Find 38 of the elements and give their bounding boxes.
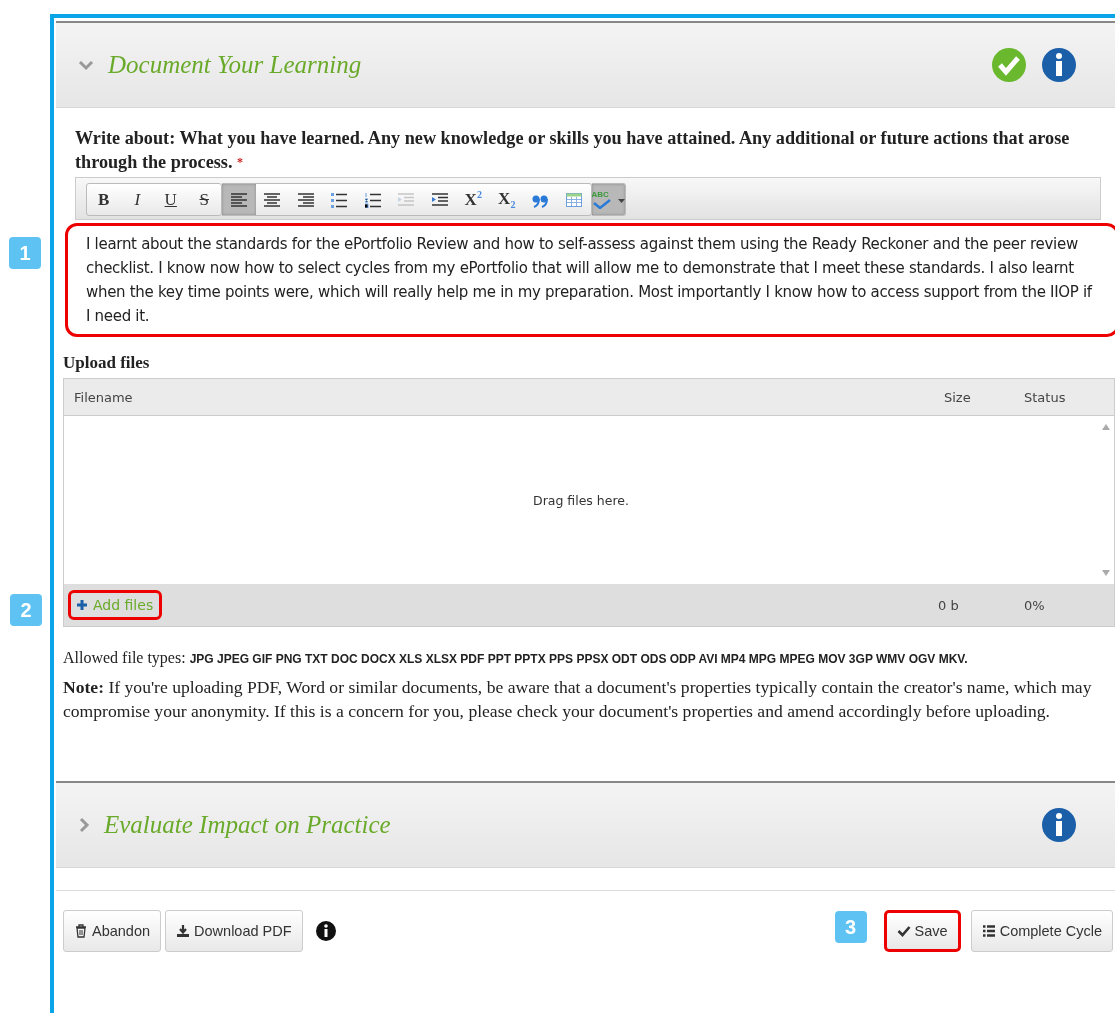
subscript-button[interactable]: X$_{2}$ (490, 184, 524, 215)
bold-button[interactable]: B (87, 184, 121, 215)
allowed-file-types: Allowed file types: JPG JPEG GIF PNG TXT DOC DOCX XLS XLSX PDF PPT PPTX PPS PPSX ODT ODS ODP AVI MP4 MPG MPEG MOV 3GP WMV OGV MKV. (63, 649, 969, 667)
download-button[interactable]: Download PDF (165, 910, 303, 952)
italic-button[interactable]: I (120, 184, 154, 215)
list-icon (981, 924, 996, 938)
info-icon[interactable] (1041, 47, 1077, 83)
download-icon (176, 924, 191, 938)
question-prompt: Write about: What you have learned. Any new knowledge or skills you have attained. Any additional or future actions that arose through the process. * (75, 127, 1071, 174)
info-icon[interactable] (1041, 807, 1077, 843)
abandon-button[interactable]: Abandon (63, 910, 162, 952)
check-icon (896, 924, 911, 938)
underline-button[interactable]: U (154, 184, 188, 215)
callout-number: 3 (834, 911, 867, 943)
callout-number: 2 (10, 594, 42, 626)
chevron-down-icon (78, 59, 94, 71)
check-icon (591, 198, 612, 209)
chevron-right-icon (78, 817, 90, 833)
align-left-icon[interactable] (222, 184, 256, 215)
plus-icon (77, 600, 87, 610)
superscript-button[interactable]: X$^{2}$ (456, 184, 490, 215)
save-button[interactable]: Save (883, 910, 961, 952)
text-editor[interactable]: I learnt about the standards for the ePortfolio Review and how to self-assess against them using the Ready Reckoner and the peer review checklist. I know now how to select cycles from my ePortfolio that will allow me to demonstrate that I meet these standards. I also learnt when the key time points were, which will really help me in my preparation. Most importantly I know how to access support from the IIOP if I need it. (65, 223, 1115, 337)
total-size: 0 b (937, 597, 960, 613)
info-icon[interactable] (314, 920, 337, 942)
callout-number: 1 (9, 237, 41, 269)
trash-icon (74, 924, 88, 938)
privacy-note: Note: If you're uploading PDF, Word or similar documents, be aware that a document's properties typically contain the creator's name, which may compromise your anonymity. If this is a concern for you, please check your document's properties and amend accordingly before uploading. (63, 676, 1093, 723)
upload-heading: Upload files (63, 353, 151, 373)
strike-button[interactable]: S (187, 184, 221, 215)
section-title: Document Your Learning (108, 51, 362, 79)
column-header: Status (1024, 389, 1067, 405)
column-header: Filename (73, 389, 134, 405)
section-title: Evaluate Impact on Practice (104, 811, 391, 839)
complete-button[interactable]: Complete Cycle (970, 910, 1113, 952)
caret-icon (618, 198, 625, 203)
column-header: Size (944, 389, 972, 405)
drop-hint: Drag files here. (532, 491, 630, 510)
